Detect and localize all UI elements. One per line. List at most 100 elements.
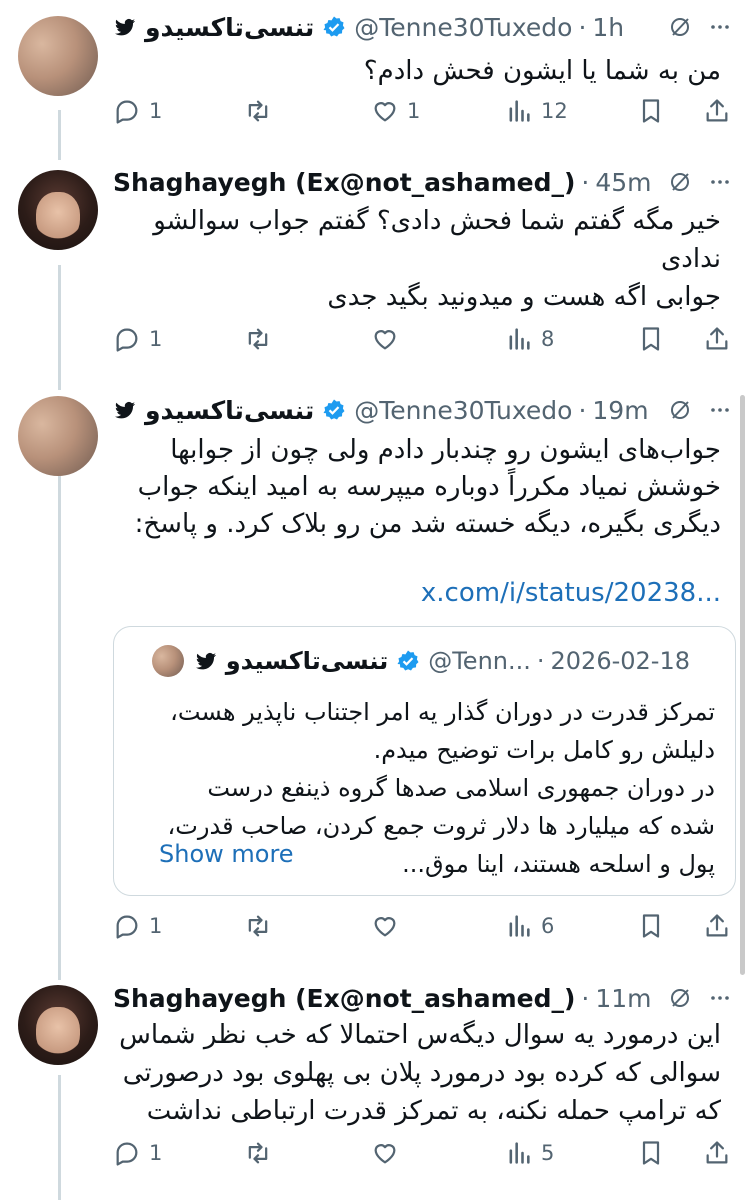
retweet-icon [248, 1142, 268, 1164]
bookmark-button[interactable] [637, 325, 665, 353]
like-count: 1 [407, 99, 421, 123]
views-button[interactable]: 8 [505, 325, 554, 353]
retweet-button[interactable] [244, 1139, 272, 1167]
retweet-button[interactable] [244, 97, 272, 125]
reply-button[interactable]: 1 [113, 912, 162, 940]
quoted-author-handle: @Tenn... [428, 647, 531, 675]
share-button[interactable] [703, 1139, 731, 1167]
view-count: 5 [541, 1141, 555, 1165]
bookmark-icon [642, 1141, 660, 1165]
timestamp[interactable]: 19m [592, 396, 648, 425]
view-count: 8 [541, 327, 555, 351]
like-button[interactable]: 1 [371, 97, 420, 125]
author-name[interactable]: تنسی‌تاکسیدو [145, 396, 314, 425]
reply-icon [116, 328, 138, 352]
avatar[interactable] [18, 985, 98, 1065]
view-count: 6 [541, 914, 555, 938]
retweet-button[interactable] [244, 325, 272, 353]
thread-line [58, 265, 61, 390]
bookmark-button[interactable] [637, 97, 665, 125]
separator: · [581, 983, 590, 1013]
views-icon [509, 328, 530, 350]
more-icon[interactable] [707, 397, 733, 423]
views-icon [509, 100, 530, 122]
scrollbar[interactable] [740, 395, 745, 975]
like-icon [374, 102, 396, 122]
like-icon [374, 917, 396, 937]
quoted-tweet[interactable]: تنسی‌تاکسیدو @Tenn... · 2026-02-18 تمرکز… [113, 626, 736, 896]
avatar[interactable] [18, 170, 98, 250]
retweet-icon [248, 915, 268, 937]
like-button[interactable] [371, 325, 407, 353]
tweet-link[interactable]: x.com/i/status/20238... [113, 574, 721, 612]
views-icon [509, 915, 530, 937]
x-logo-icon [113, 398, 137, 422]
action-bar: 1 1 12 [113, 91, 733, 131]
author-name[interactable]: Shaghayegh (Ex@not_ashamed_) [113, 984, 575, 1013]
reply-button[interactable]: 1 [113, 1139, 162, 1167]
show-more-link[interactable]: Show more [159, 840, 294, 868]
bookmark-icon [642, 99, 660, 123]
more-icon[interactable] [707, 14, 733, 40]
reply-icon [116, 100, 138, 124]
author-handle[interactable]: @Tenne30Tuxedo [354, 13, 572, 42]
verified-badge-icon [396, 649, 420, 673]
bookmark-icon [642, 327, 660, 351]
reply-count: 1 [149, 99, 163, 123]
bookmark-button[interactable] [637, 1139, 665, 1167]
verified-badge-icon [322, 15, 346, 39]
like-icon [374, 330, 396, 350]
thread-line [58, 470, 61, 980]
share-icon [706, 99, 728, 122]
share-button[interactable] [703, 325, 731, 353]
timestamp[interactable]: 1h [592, 13, 624, 42]
tweet-header: Shaghayegh (Ex@not_ashamed_) · 45m [113, 162, 733, 202]
reply-icon [116, 915, 138, 939]
grok-icon[interactable] [667, 985, 693, 1011]
tweet-header: تنسی‌تاکسیدو @Tenne30Tuxedo · 1h [113, 7, 733, 47]
grok-icon[interactable] [667, 14, 693, 40]
separator: · [536, 647, 545, 675]
author-name[interactable]: Shaghayegh (Ex@not_ashamed_) [113, 168, 575, 197]
retweet-button[interactable] [244, 912, 272, 940]
retweet-icon [248, 328, 268, 350]
author-name[interactable]: تنسی‌تاکسیدو [145, 13, 314, 42]
thread-line [58, 1075, 61, 1200]
views-button[interactable]: 5 [505, 1139, 554, 1167]
reply-button[interactable]: 1 [113, 97, 162, 125]
like-icon [374, 1144, 396, 1164]
views-button[interactable]: 6 [505, 912, 554, 940]
author-handle[interactable]: @Tenne30Tuxedo [354, 396, 572, 425]
bookmark-button[interactable] [637, 912, 665, 940]
separator: · [578, 395, 587, 425]
share-icon [706, 1141, 728, 1164]
share-icon [706, 327, 728, 350]
tweet-text: خیر مگه گفتم شما فحش دادی؟ گفتم جواب سوا… [153, 206, 721, 312]
tweet-header: Shaghayegh (Ex@not_ashamed_) · 11m [113, 978, 733, 1018]
share-button[interactable] [703, 912, 731, 940]
retweet-icon [248, 100, 268, 122]
share-button[interactable] [703, 97, 731, 125]
quoted-tweet-header: تنسی‌تاکسیدو @Tenn... · 2026-02-18 [114, 641, 690, 681]
like-button[interactable] [371, 1139, 407, 1167]
reply-button[interactable]: 1 [113, 325, 162, 353]
action-bar: 1 8 [113, 319, 733, 359]
grok-icon[interactable] [667, 169, 693, 195]
reply-count: 1 [149, 1141, 163, 1165]
more-icon[interactable] [707, 985, 733, 1011]
separator: · [578, 12, 587, 42]
grok-icon[interactable] [667, 397, 693, 423]
tweet-text: این درمورد یه سوال دیگه‌س احتمالا که خب … [119, 1020, 721, 1126]
tweet-text: جواب‌های ایشون رو چندبار دادم ولی چون از… [134, 435, 721, 539]
views-button[interactable]: 12 [505, 97, 568, 125]
bookmark-icon [642, 914, 660, 938]
more-icon[interactable] [707, 169, 733, 195]
avatar[interactable] [18, 16, 98, 96]
timestamp[interactable]: 11m [595, 984, 651, 1013]
like-button[interactable] [371, 912, 407, 940]
action-bar: 1 6 [113, 906, 733, 946]
quoted-date: 2026-02-18 [550, 647, 690, 675]
avatar[interactable] [18, 396, 98, 476]
timestamp[interactable]: 45m [595, 168, 651, 197]
share-icon [706, 914, 728, 937]
